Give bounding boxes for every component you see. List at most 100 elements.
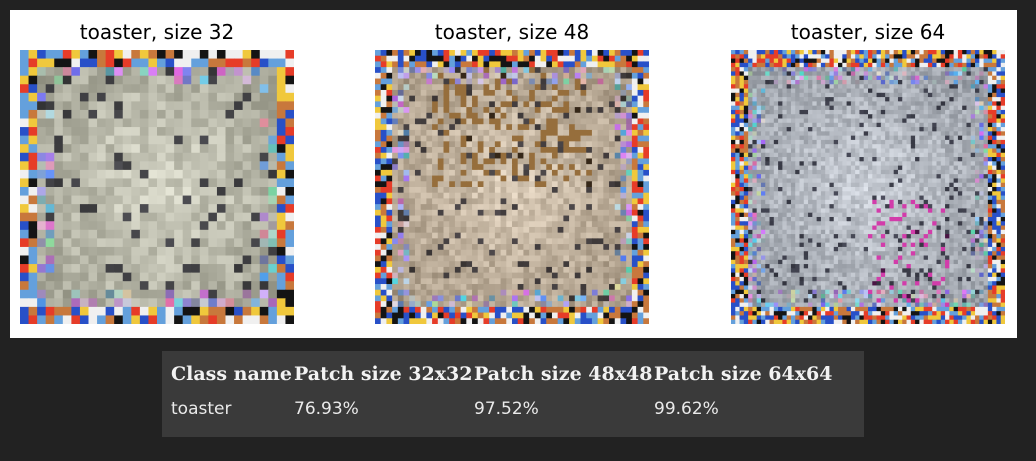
patch-pixel bbox=[637, 107, 644, 114]
patch-pixel bbox=[838, 71, 843, 77]
patch-pixel bbox=[643, 255, 649, 262]
patch-pixel bbox=[54, 238, 64, 248]
patch-pixel bbox=[122, 169, 132, 180]
patch-pixel bbox=[569, 107, 576, 114]
patch-pixel bbox=[850, 152, 856, 158]
patch-pixel bbox=[489, 175, 496, 182]
patch-pixel bbox=[731, 84, 736, 90]
patch-pixel bbox=[148, 109, 158, 120]
patch-pixel bbox=[500, 107, 507, 114]
patch-pixel bbox=[756, 92, 762, 98]
patch-pixel bbox=[739, 157, 745, 162]
patch-pixel bbox=[449, 209, 456, 217]
patch-pixel bbox=[285, 195, 294, 205]
patch-pixel bbox=[756, 54, 762, 60]
patch-pixel bbox=[574, 266, 582, 274]
patch-pixel bbox=[795, 67, 801, 73]
patch-pixel bbox=[529, 67, 536, 74]
patch-pixel bbox=[114, 289, 124, 299]
patch-pixel bbox=[139, 178, 150, 188]
patch-pixel bbox=[833, 127, 839, 132]
patch-pixel bbox=[454, 78, 462, 85]
patch-pixel bbox=[414, 187, 422, 194]
patch-pixel bbox=[614, 50, 622, 57]
patch-pixel bbox=[919, 118, 925, 124]
patch-pixel bbox=[563, 89, 570, 97]
patch-pixel bbox=[919, 131, 925, 137]
patch-pixel bbox=[420, 261, 427, 268]
patch-pixel bbox=[626, 84, 633, 91]
patch-pixel bbox=[966, 105, 972, 111]
patch-pixel bbox=[919, 92, 925, 98]
patch-pixel bbox=[285, 144, 294, 154]
patch-pixel bbox=[799, 62, 805, 68]
patch-pixel bbox=[494, 192, 502, 200]
patch-pixel bbox=[945, 118, 950, 124]
patch-pixel bbox=[945, 97, 950, 102]
patch-pixel bbox=[838, 101, 843, 107]
patch-pixel bbox=[534, 152, 542, 160]
patch-pixel bbox=[932, 127, 938, 132]
patch-pixel bbox=[512, 249, 519, 257]
patch-pixel bbox=[808, 75, 813, 81]
patch-pixel bbox=[591, 238, 599, 245]
patch-pixel bbox=[586, 84, 593, 91]
patch-pixel bbox=[756, 109, 762, 115]
patch-pixel bbox=[534, 141, 542, 148]
patch-pixel bbox=[563, 61, 570, 68]
patch-pixel bbox=[432, 278, 439, 285]
patch-pixel bbox=[940, 71, 946, 77]
patch-pixel bbox=[786, 67, 792, 73]
patch-pixel bbox=[37, 289, 47, 299]
patch-pixel bbox=[477, 221, 485, 228]
patch-pixel bbox=[157, 272, 167, 282]
patch-pixel bbox=[397, 266, 405, 274]
patch-pixel bbox=[855, 139, 861, 145]
patch-pixel bbox=[996, 118, 1002, 124]
patch-pixel bbox=[643, 318, 649, 324]
patch-pixel bbox=[574, 118, 582, 125]
patch-pixel bbox=[620, 306, 627, 314]
patch-pixel bbox=[380, 198, 388, 205]
patch-pixel bbox=[880, 139, 886, 145]
patch-pixel bbox=[414, 278, 422, 285]
patch-pixel bbox=[45, 298, 55, 308]
patch-pixel bbox=[139, 109, 150, 120]
patch-pixel bbox=[752, 50, 758, 55]
patch-pixel bbox=[546, 261, 553, 268]
patch-pixel bbox=[773, 139, 779, 145]
patch-pixel bbox=[199, 212, 209, 222]
patch-pixel bbox=[414, 147, 422, 154]
patch-pixel bbox=[893, 97, 899, 102]
patch-pixel bbox=[996, 75, 1002, 81]
patch-pixel bbox=[443, 141, 450, 148]
patch-pixel bbox=[833, 139, 839, 145]
patch-pixel bbox=[842, 114, 848, 120]
patch-pixel bbox=[551, 289, 559, 297]
patch-pixel bbox=[443, 112, 450, 120]
patch-pixel bbox=[731, 92, 736, 98]
patch-pixel bbox=[380, 215, 388, 222]
patch-pixel bbox=[966, 127, 972, 132]
patch-pixel bbox=[580, 72, 587, 80]
patch-pixel bbox=[603, 169, 610, 177]
patch-pixel bbox=[557, 187, 564, 194]
patch-pixel bbox=[902, 114, 908, 120]
patch-pixel bbox=[996, 88, 1002, 94]
patch-pixel bbox=[790, 101, 796, 107]
patch-pixel bbox=[97, 264, 107, 274]
patch-pixel bbox=[876, 54, 882, 60]
patch-pixel bbox=[880, 84, 886, 90]
patch-pixel bbox=[597, 244, 604, 251]
patch-pixel bbox=[945, 114, 950, 120]
patch-pixel bbox=[259, 75, 269, 85]
patch-pixel bbox=[45, 315, 55, 324]
patch-pixel bbox=[885, 54, 891, 60]
patch-pixel bbox=[626, 318, 633, 324]
patch-pixel bbox=[131, 67, 141, 77]
patch-pixel bbox=[893, 101, 899, 107]
patch-pixel bbox=[114, 50, 124, 60]
patch-pixel bbox=[603, 278, 610, 285]
patch-pixel bbox=[756, 144, 762, 150]
patch-pixel bbox=[743, 139, 749, 145]
